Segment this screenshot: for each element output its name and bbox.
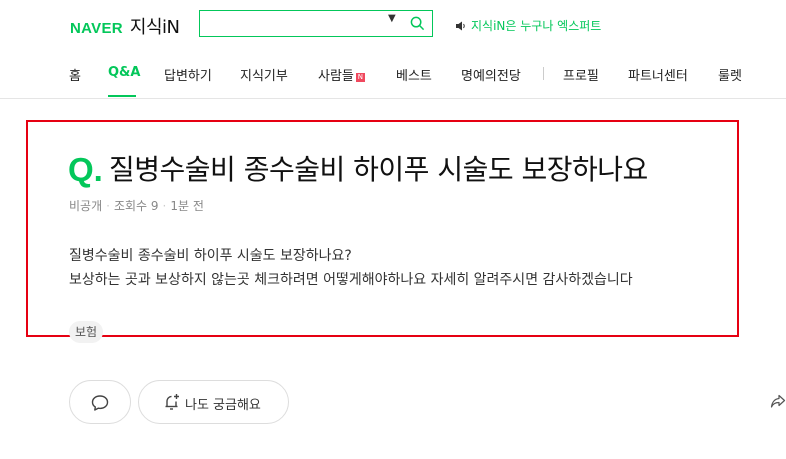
active-tab-underline — [108, 95, 136, 97]
speaker-icon — [456, 21, 465, 30]
question-title: 질병수술비 종수술비 하이푸 시술도 보장하나요 — [109, 153, 648, 186]
nav-home[interactable]: 홈 — [69, 65, 81, 84]
expert-promo-link[interactable]: 지식iN은 누구나 엑스퍼트 — [455, 17, 601, 34]
search-box[interactable]: ▼ — [199, 10, 433, 37]
nav-qna[interactable]: Q&A — [108, 65, 140, 80]
new-badge: N — [355, 73, 365, 82]
question-mark-label: Q. — [68, 151, 103, 188]
question-body-line: 질병수술비 종수술비 하이푸 시술도 보장하나요? — [69, 248, 352, 264]
question-body: 질병수술비 종수술비 하이푸 시술도 보장하나요? 보상하는 곳과 보상하지 않… — [69, 244, 633, 292]
comment-button[interactable] — [69, 380, 131, 424]
nav-best[interactable]: 베스트 — [396, 65, 432, 84]
author: 비공개 — [69, 199, 103, 213]
nav-roulette[interactable]: 룰렛 — [718, 65, 742, 84]
tag-insurance[interactable]: 보험 — [69, 321, 104, 343]
promo-text: 지식iN은 누구나 엑스퍼트 — [471, 19, 602, 33]
question-meta: 비공개 · 조회수 9 · 1분 전 — [69, 199, 204, 213]
nav-divider — [543, 67, 544, 80]
search-input[interactable] — [208, 14, 382, 36]
share-icon[interactable] — [770, 393, 786, 409]
kin-logo[interactable]: 지식iN — [130, 13, 180, 39]
posted-time: 1분 전 — [170, 199, 204, 213]
nav-donate[interactable]: 지식기부 — [240, 65, 288, 84]
nav-profile[interactable]: 프로필 — [563, 65, 599, 84]
nav-people[interactable]: 사람들 N — [318, 65, 365, 84]
curious-label: 나도 궁금해요 — [185, 398, 261, 413]
main-nav: 홈 Q&A 답변하기 지식기부 사람들 N 베스트 명예의전당 프로필 파트너센터… — [0, 50, 786, 99]
question-body-line: 보상하는 곳과 보상하지 않는곳 체크하려면 어떻게해야하나요 자세히 알려주시… — [69, 272, 633, 288]
comment-icon — [91, 395, 109, 411]
nav-partner-center[interactable]: 파트너센터 — [628, 65, 688, 84]
search-icon[interactable] — [410, 16, 425, 31]
bell-plus-icon — [165, 394, 179, 410]
view-count: 조회수 9 — [113, 199, 159, 213]
header: NAVER 지식iN ▼ 지식iN은 누구나 엑스퍼트 — [0, 0, 786, 50]
logo[interactable]: NAVER 지식iN — [70, 13, 180, 39]
nav-answer[interactable]: 답변하기 — [164, 65, 212, 84]
nav-people-label: 사람들 — [318, 69, 354, 84]
curious-button[interactable]: 나도 궁금해요 — [138, 380, 289, 424]
naver-logo[interactable]: NAVER — [70, 20, 123, 37]
nav-hall-of-fame[interactable]: 명예의전당 — [461, 65, 521, 84]
dropdown-caret-icon[interactable]: ▼ — [388, 13, 396, 24]
